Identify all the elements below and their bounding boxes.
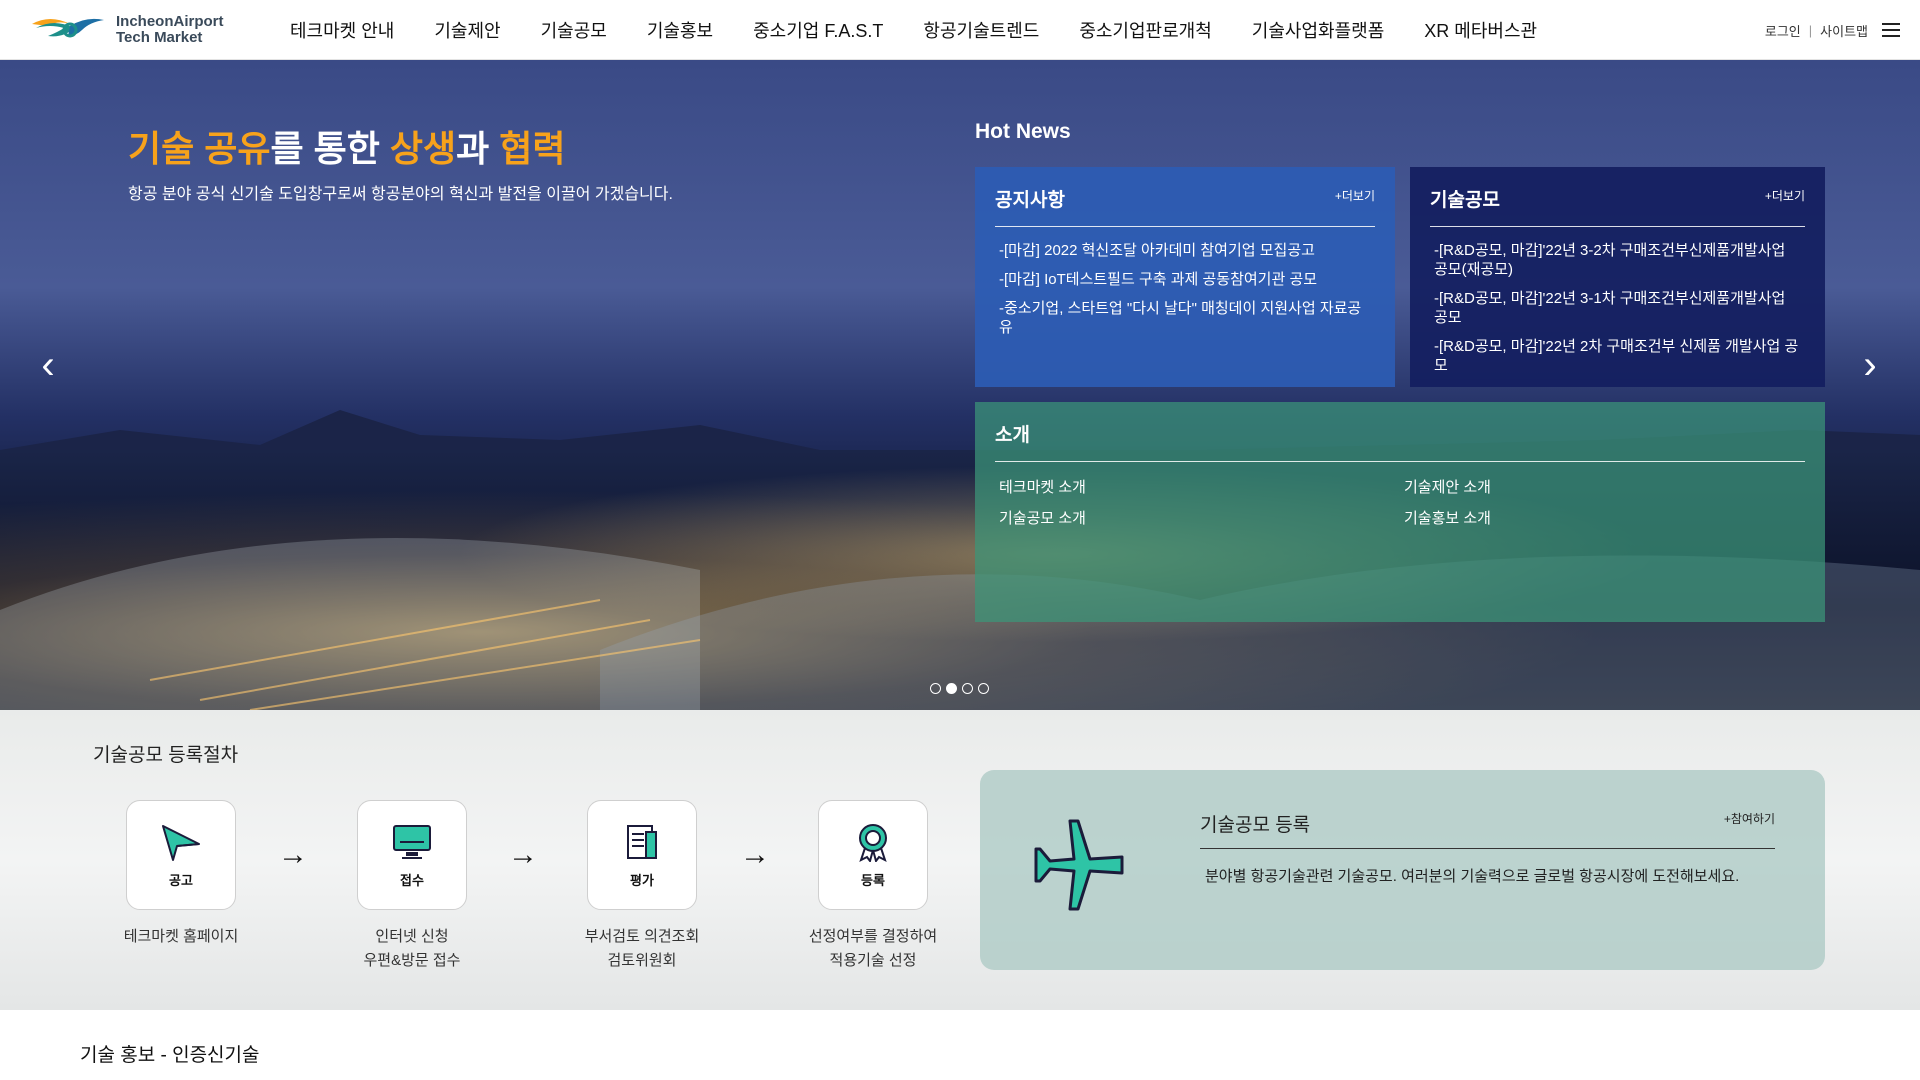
chevron-right-icon[interactable]: › (1855, 345, 1885, 385)
arrow-right-icon: → (740, 838, 770, 871)
award-badge-icon (859, 823, 887, 862)
headline-accent-2: 상생 (389, 128, 457, 169)
nav-item-platform[interactable]: 기술사업화플랫폼 (1252, 17, 1384, 43)
step-desc-line: 테크마켓 홈페이지 (123, 928, 239, 945)
contest-item[interactable]: -[R&D공모, 마감]'22년 2차 구매조건부 신제품 개발사업 공모 (1434, 337, 1799, 375)
menu-icon[interactable] (1882, 23, 1900, 37)
slide-dot-2[interactable] (946, 683, 957, 694)
login-link[interactable]: 로그인 (1765, 21, 1801, 40)
logo-line1: IncheonAirport (116, 13, 224, 30)
nav-item-xr[interactable]: XR 메타버스관 (1424, 17, 1537, 43)
nav-item-techmarket[interactable]: 테크마켓 안내 (290, 17, 394, 43)
process-title: 기술공모 등록절차 (93, 745, 239, 766)
process-section: 기술공모 등록절차 공고 테크마켓 홈페이지 → 접수 인터넷 신청 우편&방문… (0, 710, 1920, 1010)
hot-news-title: Hot News (975, 120, 1071, 143)
contest-item[interactable]: -[R&D공모, 마감]'22년 3-2차 구매조건부신제품개발사업 공모(재공… (1434, 241, 1799, 279)
divider (1200, 848, 1775, 849)
contest-item[interactable]: -[R&D공모, 마감]'22년 3-1차 구매조건부신제품개발사업 공모 (1434, 289, 1799, 327)
hero-headline: 기술 공유를 통한 상생과 협력 (128, 120, 565, 172)
hero-subtitle: 항공 분야 공식 신기술 도입창구로써 항공분야의 혁신과 발전을 이끌어 가겠… (128, 186, 673, 203)
utility-links: 로그인 | 사이트맵 (1765, 0, 1900, 60)
notice-item[interactable]: -중소기업, 스타트업 "다시 날다" 매칭데이 지원사업 자료공유 (999, 299, 1369, 337)
contest-card-desc: 분야별 항공기술관련 기술공모. 여러분의 기술력으로 글로벌 항공시장에 도전… (1205, 868, 1740, 885)
nav-item-promotion[interactable]: 기술홍보 (647, 17, 713, 43)
step-desc-line: 선정여부를 결정하여 (808, 928, 938, 945)
step-desc-line: 부서검토 의견조회 (584, 928, 700, 945)
contest-panel: 기술공모 +더보기 -[R&D공모, 마감]'22년 3-2차 구매조건부신제품… (1410, 167, 1825, 387)
nav-item-proposal[interactable]: 기술제안 (434, 17, 500, 43)
nav-item-fast[interactable]: 중소기업 F.A.S.T (753, 17, 883, 43)
join-link[interactable]: +참여하기 (1724, 810, 1775, 827)
contest-card-title: 기술공모 등록 (1200, 815, 1311, 836)
nav-item-contest[interactable]: 기술공모 (541, 17, 607, 43)
hero-banner: 기술 공유를 통한 상생과 협력 항공 분야 공식 신기술 도입창구로써 항공분… (0, 60, 1920, 710)
slide-dot-3[interactable] (962, 683, 973, 694)
intro-link-contest[interactable]: 기술공모 소개 (999, 507, 1404, 528)
airplane-icon (1034, 819, 1124, 911)
intro-link-proposal[interactable]: 기술제안 소개 (1404, 476, 1809, 497)
sitemap-link[interactable]: 사이트맵 (1820, 21, 1868, 40)
slide-dot-4[interactable] (978, 683, 989, 694)
main-nav: 테크마켓 안내 기술제안 기술공모 기술홍보 중소기업 F.A.S.T 항공기술… (290, 0, 1577, 60)
intro-link-techmarket[interactable]: 테크마켓 소개 (999, 476, 1404, 497)
headline-accent-3: 협력 (499, 128, 566, 169)
section-title: 기술 홍보 - 인증신기술 (80, 1045, 260, 1066)
logo-swoosh-icon (32, 18, 104, 38)
chevron-left-icon[interactable]: ‹ (33, 345, 63, 385)
headline-text-1: 를 통한 (270, 128, 390, 169)
slide-dots (930, 683, 994, 694)
step-register: 등록 (818, 800, 928, 910)
step-desc: 선정여부를 결정하여 적용기술 선정 (773, 925, 973, 973)
nav-item-market[interactable]: 중소기업판로개척 (1079, 17, 1211, 43)
document-icon (627, 824, 657, 859)
step-announce: 공고 (126, 800, 236, 910)
headline-accent-1: 기술 공유 (128, 128, 271, 169)
step-desc-line: 우편&방문 접수 (363, 952, 461, 969)
paper-plane-icon (162, 824, 200, 861)
step-evaluate: 평가 (587, 800, 697, 910)
step-label: 접수 (400, 872, 424, 888)
step-desc-line: 인터넷 신청 (375, 928, 449, 945)
arrow-right-icon: → (508, 838, 538, 871)
nav-item-trend[interactable]: 항공기술트렌드 (923, 17, 1039, 43)
monitor-icon (393, 824, 431, 859)
step-label: 평가 (630, 872, 654, 888)
slide-dot-1[interactable] (930, 683, 941, 694)
intro-panel: 소개 테크마켓 소개 기술제안 소개 기술공모 소개 기술홍보 소개 (975, 402, 1825, 622)
step-desc: 인터넷 신청 우편&방문 접수 (312, 925, 512, 973)
notice-more-link[interactable]: +더보기 (1335, 187, 1375, 204)
step-label: 등록 (861, 872, 885, 888)
step-receive: 접수 (357, 800, 467, 910)
step-desc-line: 검토위원회 (607, 952, 677, 969)
step-label: 공고 (169, 872, 193, 888)
notice-panel: 공지사항 +더보기 -[마감] 2022 혁신조달 아카데미 참여기업 모집공고… (975, 167, 1395, 387)
arrow-right-icon: → (278, 838, 308, 871)
step-desc: 테크마켓 홈페이지 (81, 925, 281, 949)
contest-more-link[interactable]: +더보기 (1765, 187, 1805, 204)
util-divider: | (1808, 22, 1813, 38)
notice-item[interactable]: -[마감] 2022 혁신조달 아카데미 참여기업 모집공고 (999, 241, 1369, 260)
top-header: IncheonAirport Tech Market 테크마켓 안내 기술제안 … (0, 0, 1920, 60)
step-desc: 부서검토 의견조회 검토위원회 (542, 925, 742, 973)
notice-title: 공지사항 (995, 190, 1065, 211)
logo-text: IncheonAirport Tech Market (116, 14, 224, 46)
headline-text-2: 과 (456, 128, 500, 169)
intro-link-promotion[interactable]: 기술홍보 소개 (1404, 507, 1809, 528)
notice-item[interactable]: -[마감] IoT테스트필드 구축 과제 공동참여기관 공모 (999, 270, 1369, 289)
site-logo[interactable]: IncheonAirport Tech Market (30, 10, 224, 50)
step-desc-line: 적용기술 선정 (829, 952, 917, 969)
contest-register-card[interactable]: 기술공모 등록 +참여하기 분야별 항공기술관련 기술공모. 여러분의 기술력으… (980, 770, 1825, 970)
contest-panel-title: 기술공모 (1430, 190, 1500, 211)
intro-title: 소개 (995, 425, 1030, 446)
logo-line2: Tech Market (116, 29, 203, 46)
